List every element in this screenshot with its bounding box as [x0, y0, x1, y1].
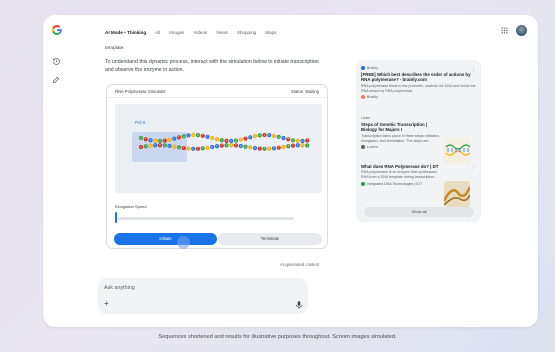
source-title: [FREE] Which best describes the order of… — [361, 72, 471, 83]
simulator-status: Status: Waiting — [290, 89, 319, 94]
tab-images[interactable]: Images — [169, 30, 184, 35]
source-meta: Learn — [361, 116, 476, 120]
dna-base-letter: C — [230, 140, 232, 143]
dna-strand: ATTACGGCATTAGCCGTAATCGGCATTACGGCGCATTACG… — [138, 132, 310, 151]
source-domain: Lumen — [367, 145, 378, 150]
dna-base-letter: C — [249, 136, 251, 139]
dna-base-letter: G — [169, 139, 171, 142]
domain-icon — [361, 95, 365, 100]
domain-icon — [361, 145, 365, 150]
tab-videos[interactable]: Videos — [193, 30, 207, 35]
rna-polymerase-thumbnail — [444, 181, 470, 207]
dna-base-letter: G — [230, 144, 232, 147]
mouse-cursor — [177, 236, 190, 249]
rna-simulator-card: RNA Polymerase Simulator Status: Waiting… — [106, 84, 328, 249]
tab-all[interactable]: All — [155, 30, 160, 35]
dna-base-letter: G — [283, 146, 285, 149]
tab-maps[interactable]: Maps — [265, 30, 276, 35]
dna-base-letter: C — [192, 148, 194, 151]
dna-base-letter: C — [169, 145, 171, 148]
source-snippet: RNA polymerase is an enzyme that synthes… — [361, 170, 438, 180]
dna-base-letter: G — [211, 137, 213, 140]
dna-base-letter: G — [302, 144, 304, 147]
avatar[interactable] — [516, 25, 527, 36]
dna-base-letter: C — [283, 137, 285, 140]
tab-ai-mode[interactable]: AI Mode • Thinking — [105, 30, 146, 35]
dna-base-letter: G — [297, 140, 299, 143]
source-card-1[interactable]: Brainly [FREE] Which best describes the … — [361, 66, 476, 100]
dna-base-letter: G — [188, 147, 190, 150]
dna-base-letter: G — [192, 134, 194, 137]
dna-base-letter: C — [297, 144, 299, 147]
dna-base-letter: C — [173, 138, 175, 141]
source-domain: Integrated DNA Technologies | IDT — [367, 182, 423, 186]
initiate-button[interactable]: Initiate — [114, 233, 217, 245]
speed-slider[interactable] — [116, 217, 294, 220]
brainly-icon — [361, 66, 365, 70]
domain-icon — [361, 182, 365, 186]
source-domain-row: Brainly — [361, 95, 476, 100]
dna-base-letter: G — [273, 135, 275, 138]
dna-base-letter: G — [216, 138, 218, 141]
source-title: Steps of Genetic Transcription | Biology… — [361, 122, 428, 133]
dna-base-letter: G — [268, 148, 270, 151]
dna-base-letter: C — [268, 134, 270, 137]
source-meta: Brainly — [361, 66, 476, 70]
speed-slider-thumb[interactable] — [115, 212, 117, 223]
source-domain: Brainly — [367, 95, 378, 100]
dna-base-letter: G — [207, 147, 209, 150]
history-icon[interactable] — [52, 57, 61, 66]
dna-base-letter: C — [216, 145, 218, 148]
dna-base-letter: G — [173, 146, 175, 149]
footer-caption: Sequences shortened and results for illu… — [158, 334, 397, 340]
transcription-diagram-thumbnail — [444, 138, 470, 164]
dna-base-letter: C — [150, 139, 152, 142]
dna-base-letter: C — [188, 134, 190, 137]
dna-base-letter: C — [207, 136, 209, 139]
dna-base-letter: G — [249, 146, 251, 149]
search-tabs: AI Mode • Thinking All Images Videos New… — [105, 30, 276, 35]
ask-box: + — [98, 278, 308, 314]
sources-panel: Brainly [FREE] Which best describes the … — [356, 60, 481, 222]
tab-news[interactable]: News — [216, 30, 228, 35]
speed-label: Elongation Speed — [115, 204, 147, 209]
mic-icon[interactable] — [296, 301, 302, 309]
dna-base-letter: C — [273, 147, 275, 150]
google-logo[interactable] — [51, 24, 63, 36]
dna-base-letter: C — [240, 145, 242, 148]
source-title: What does RNA Polymerase do? | DT — [361, 164, 439, 169]
source-site: Learn — [361, 116, 371, 120]
response-intro: To understand this dynamic process, inte… — [105, 59, 319, 73]
response-intro-top: template. — [105, 46, 125, 51]
dna-base-letter: C — [211, 146, 213, 149]
new-chat-icon[interactable] — [52, 75, 61, 84]
dna-base-letter: G — [254, 135, 256, 138]
ask-input[interactable] — [104, 285, 264, 291]
dna-canvas: Pol II ATTACGGCATTAGCCGTAATCGGCATTACGGCG… — [115, 104, 322, 193]
show-all-button[interactable]: Show all — [364, 207, 474, 217]
simulator-header: RNA Polymerase Simulator Status: Waiting — [107, 85, 327, 98]
more-options-icon[interactable]: ⋮ — [471, 67, 476, 73]
browser-window: AI Mode • Thinking All Images Videos New… — [43, 15, 538, 327]
add-icon[interactable]: + — [104, 300, 109, 308]
apps-grid-icon[interactable] — [501, 27, 508, 34]
tab-shopping[interactable]: Shopping — [237, 30, 256, 35]
dna-base-letter: C — [154, 144, 156, 147]
dna-base-letter: G — [150, 145, 152, 148]
dna-base-letter: G — [154, 140, 156, 143]
source-snippet: RNA polymerase binds to the promoter, un… — [361, 83, 476, 93]
source-snippet: Transcription takes place in three steps… — [361, 133, 440, 143]
dna-base-letter: G — [240, 139, 242, 142]
dna-base-letter: C — [254, 147, 256, 150]
simulator-title: RNA Polymerase Simulator — [115, 89, 166, 94]
terminate-button[interactable]: Terminate — [218, 233, 322, 245]
ai-generated-label: AI-generated content — [280, 262, 320, 267]
source-site: Brainly — [367, 66, 378, 70]
dna-base-letter: C — [302, 140, 304, 143]
